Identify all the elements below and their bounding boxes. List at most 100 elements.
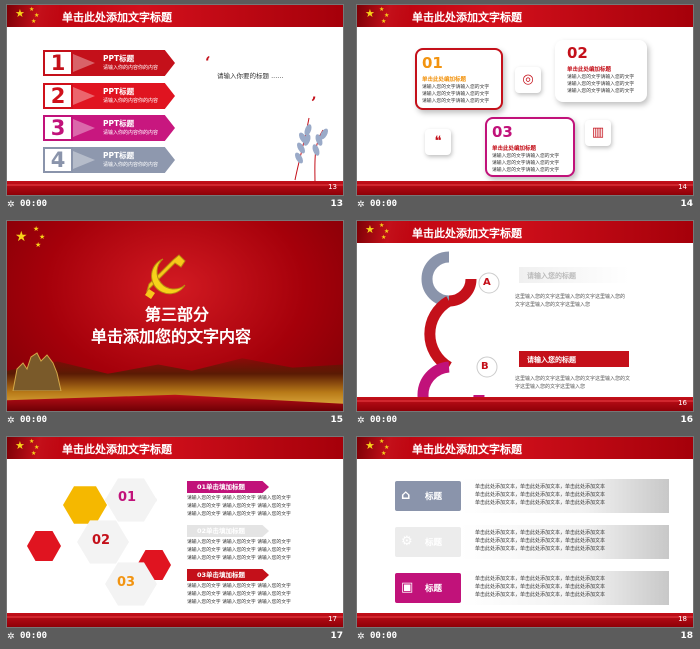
item-desc: 请输入您的文字 请输入您的文字 请输入您的文字 请输入您的文字 请输入您的文字 … (187, 584, 291, 605)
slide-preview[interactable]: ★ ★ ★ ★ 单击此处添加文字标题 01 02 03 01单击填加标题 请输入… (7, 437, 343, 627)
speech-bubble: 02 单击此处编加标题 请输入您的文字请输入您的文字 请输入您的文字请输入您的文… (555, 40, 647, 102)
list-item: ⌂ 标题 单击此处添加文本，单击此处添加文本，单击此处添加文本 单击此处添加文本… (395, 479, 669, 513)
hex-label: 03 (117, 575, 136, 590)
star-icon: ★ (35, 241, 42, 249)
slide-title: 单击此处添加文字标题 (62, 11, 172, 24)
gears-icon: ⚙ (401, 534, 413, 549)
hex-label: 01 (118, 490, 137, 505)
monument-icon (12, 352, 62, 391)
item-b-desc: 这里输入您的文字这里输入您的文字这里输入您的文 字这里输入您的文字这里输入您 (515, 376, 631, 390)
slide-meta: ✲ 00:00 18 (357, 631, 693, 645)
section-title: 第三部分 (145, 305, 210, 324)
slide-header: ★ ★ ★ ★ 单击此处添加文字标题 (357, 437, 693, 459)
slide-header: ★ ★ ★ ★ 单击此处添加文字标题 (7, 5, 343, 27)
item-a-title: 请输入您的标题 (527, 272, 576, 280)
list-item: 1 PPT标题 请输入你的内容你的内容 (43, 50, 183, 76)
transition-star-icon[interactable]: ✲ (357, 200, 365, 210)
item-tag: 01单击填加标题 (187, 481, 269, 493)
suitcase-icon: ▣ (401, 580, 414, 595)
slide-thumbnail-14[interactable]: ★ ★ ★ ★ 单击此处添加文字标题 01 单击此处编加标题 请输入您的文字请输… (350, 0, 700, 216)
list-item: 2 PPT标题 请输入你的内容你的内容 (43, 83, 183, 109)
transition-star-icon[interactable]: ✲ (7, 200, 15, 210)
star-icon: ★ (39, 233, 46, 241)
slide-header: ★ ★ ★ ★ 单击此处添加文字标题 (357, 5, 693, 27)
list-item: ▣ 标题 单击此处添加文本，单击此处添加文本，单击此处添加文本 单击此处添加文本… (395, 571, 669, 605)
slide-page-number: 16 (678, 399, 687, 407)
slide-number: 18 (680, 631, 693, 641)
star-icon: ★ (365, 223, 375, 236)
item-tag: 02单击填加标题 (187, 525, 269, 537)
item-a-desc: 这里输入您的文字这里输入您的文字这里输入您的 文字这里输入您的文字这里输入您 (515, 294, 626, 308)
slide-footer: 16 (357, 397, 693, 411)
speech-bubble: 03 单击此处编加标题 请输入您的文字请输入您的文字 请输入您的文字请输入您的文… (485, 117, 575, 177)
list-item: 4 PPT标题 请输入你的内容你的内容 (43, 147, 183, 173)
slide-timing: 00:00 (20, 415, 48, 425)
slide-thumbnail-16[interactable]: ★ ★ ★ ★ 单击此处添加文字标题 A B 请输入您的标题 这里输入您的文字这… (350, 216, 700, 432)
slide-page-number: 18 (678, 615, 687, 623)
transition-star-icon[interactable]: ✲ (7, 632, 15, 642)
slide-thumbnail-13[interactable]: ★ ★ ★ ★ 单击此处添加文字标题 1 PPT标题 请输入你的内容你的内容 2… (0, 0, 350, 216)
wheat-icon (294, 117, 328, 185)
slide-timing: 00:00 (370, 199, 398, 209)
transition-star-icon[interactable]: ✲ (357, 632, 365, 642)
slide-header: ★ ★ ★ ★ 单击此处添加文字标题 (357, 221, 693, 243)
slide-timing: 00:00 (370, 415, 398, 425)
slide-footer: 17 (7, 613, 343, 627)
item-desc: 请输入您的文字 请输入您的文字 请输入您的文字 请输入您的文字 请输入您的文字 … (187, 540, 291, 561)
slide-page-number: 13 (328, 183, 337, 191)
letter-b-label: B (481, 361, 489, 372)
chat-icon: ❝ (425, 129, 451, 155)
slide-number: 16 (680, 415, 693, 425)
slide-thumbnail-15[interactable]: ★ ★ ★ ★ 第三部分 单击添加您的文字内容 ✲ 00:00 15 (0, 216, 350, 432)
slide-footer: 13 (7, 181, 343, 195)
slide-title: 单击此处添加文字标题 (412, 227, 522, 240)
hexagon (63, 486, 107, 524)
slide-preview[interactable]: ★ ★ ★ ★ 第三部分 单击添加您的文字内容 (7, 221, 343, 411)
s-curve-diagram (417, 251, 500, 407)
star-icon: ★ (381, 450, 387, 457)
star-icon: ★ (365, 439, 375, 452)
star-icon: ★ (33, 225, 40, 233)
transition-star-icon[interactable]: ✲ (357, 416, 365, 426)
hex-label: 02 (92, 533, 111, 548)
slide-preview[interactable]: ★ ★ ★ ★ 单击此处添加文字标题 ⌂ 标题 单击此处添加文本，单击此处添加文… (357, 437, 693, 627)
slide-preview[interactable]: ★ ★ ★ ★ 单击此处添加文字标题 A B 请输入您的标题 这里输入您的文字这… (357, 221, 693, 411)
slide-timing: 00:00 (370, 631, 398, 641)
slide-meta: ✲ 00:00 13 (7, 199, 343, 213)
star-icon: ★ (365, 7, 375, 20)
letter-a-label: A (483, 277, 491, 288)
list-item: 3 PPT标题 请输入你的内容你的内容 (43, 115, 183, 141)
star-icon: ★ (381, 234, 387, 241)
item-tag: 03单击填加标题 (187, 569, 269, 581)
star-icon: ★ (381, 18, 387, 25)
open-quote-icon: ‘ (205, 53, 211, 72)
slide-number: 13 (330, 199, 343, 209)
slide-footer: 14 (357, 181, 693, 195)
slide-page-number: 17 (328, 615, 337, 623)
slide-thumbnail-17[interactable]: ★ ★ ★ ★ 单击此处添加文字标题 01 02 03 01单击填加标题 请输入… (0, 432, 350, 648)
home-icon: ⌂ (401, 488, 411, 503)
hexagon (27, 530, 61, 562)
star-icon: ★ (31, 18, 37, 25)
list-item: ⚙ 标题 单击此处添加文本，单击此处添加文本，单击此处添加文本 单击此处添加文本… (395, 525, 669, 559)
section-subtitle: 单击添加您的文字内容 (91, 327, 252, 346)
slide-meta: ✲ 00:00 15 (7, 415, 343, 429)
slide-timing: 00:00 (20, 631, 48, 641)
slide-meta: ✲ 00:00 17 (7, 631, 343, 645)
slide-preview[interactable]: ★ ★ ★ ★ 单击此处添加文字标题 01 单击此处编加标题 请输入您的文字请输… (357, 5, 693, 195)
slide-preview[interactable]: ★ ★ ★ ★ 单击此处添加文字标题 1 PPT标题 请输入你的内容你的内容 2… (7, 5, 343, 195)
quote-text: 请输入你要的标题 ...... (217, 72, 284, 80)
slide-sorter-grid: ★ ★ ★ ★ 单击此处添加文字标题 1 PPT标题 请输入你的内容你的内容 2… (0, 0, 700, 649)
slide-page-number: 14 (678, 183, 687, 191)
slide-meta: ✲ 00:00 16 (357, 415, 693, 429)
slide-number: 14 (680, 199, 693, 209)
star-icon: ★ (31, 450, 37, 457)
bar-chart-icon: ▥ (585, 120, 611, 146)
slide-title: 单击此处添加文字标题 (412, 443, 522, 456)
slide-thumbnail-18[interactable]: ★ ★ ★ ★ 单击此处添加文字标题 ⌂ 标题 单击此处添加文本，单击此处添加文… (350, 432, 700, 648)
slide-meta: ✲ 00:00 14 (357, 199, 693, 213)
slide-number: 15 (330, 415, 343, 425)
slide-header: ★ ★ ★ ★ 单击此处添加文字标题 (7, 437, 343, 459)
transition-star-icon[interactable]: ✲ (7, 416, 15, 426)
slide-number: 17 (330, 631, 343, 641)
